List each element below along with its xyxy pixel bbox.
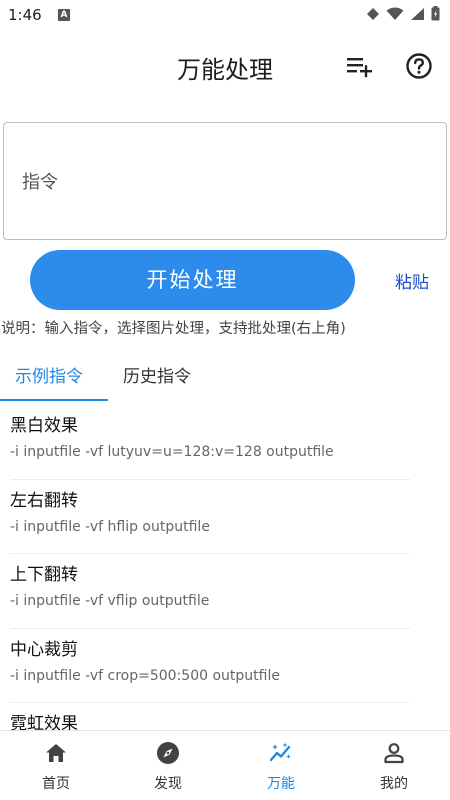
nav-item-home[interactable]: 首页 [0,731,112,800]
nav-item-mine[interactable]: 我的 [338,731,450,800]
nav-item-discover[interactable]: 发现 [112,731,224,800]
title-bar: 万能处理 [0,36,450,96]
status-bar: 1:46 A [0,0,450,32]
item-title: 左右翻转 [10,490,78,511]
nav-label: 首页 [42,776,70,792]
signal-diamond-icon [367,7,379,20]
nav-label: 万能 [267,776,295,792]
example-list: 黑白效果 -i inputfile -vf lutyuv=u=128:v=128… [0,404,450,730]
list-item[interactable]: 黑白效果 -i inputfile -vf lutyuv=u=128:v=128… [0,404,450,479]
tabs: 示例指令 历史指令 [0,352,450,402]
help-circle-icon [406,53,432,79]
person-icon [384,743,404,764]
nav-label: 我的 [380,776,408,792]
status-icons [366,6,440,21]
batch-add-button[interactable] [344,52,376,80]
battery-icon [431,6,440,21]
item-title: 黑白效果 [10,416,78,436]
nav-label: 发现 [154,776,182,792]
list-item[interactable]: 左右翻转 -i inputfile -vf hflip outputfile [0,478,450,554]
cell-signal-icon [411,7,424,20]
hint-text: 说明：输入指令，选择图片处理，支持批处理(右上角) [1,321,346,337]
paste-button[interactable]: 粘贴 [395,268,429,293]
command-field[interactable] [3,122,447,240]
tab-examples[interactable]: 示例指令 [15,362,83,387]
bottom-nav: 首页 发现 万能 我的 [0,730,450,800]
help-button[interactable] [404,51,434,81]
home-icon [46,744,66,762]
page-title: 万能处理 [177,56,273,84]
item-command: -i inputfile -vf hflip outputfile [10,518,210,535]
nav-item-universal[interactable]: 万能 [225,731,337,800]
item-title: 中心裁剪 [10,639,78,660]
list-item[interactable]: 中心裁剪 -i inputfile -vf crop=500:500 outpu… [0,627,450,703]
tab-history[interactable]: 历史指令 [123,362,191,387]
wifi-icon [386,7,404,20]
status-time: 1:46 [8,6,42,24]
compass-icon [157,742,179,764]
list-item[interactable]: 上下翻转 -i inputfile -vf vflip outputfile [0,553,450,628]
item-title: 上下翻转 [10,565,78,585]
command-input[interactable] [22,167,422,197]
notification-badge-icon: A [58,9,70,21]
playlist-add-icon [347,58,372,78]
tab-indicator [0,399,108,401]
magic-chart-icon [269,742,291,762]
item-command: -i inputfile -vf crop=500:500 outputfile [10,667,280,684]
item-command: -i inputfile -vf lutyuv=u=128:v=128 outp… [10,444,334,460]
item-command: -i inputfile -vf vflip outputfile [10,593,210,609]
start-processing-button[interactable]: 开始处理 [30,250,355,310]
list-item[interactable]: 霓虹效果 [0,702,450,730]
item-title: 霓虹效果 [10,714,78,730]
